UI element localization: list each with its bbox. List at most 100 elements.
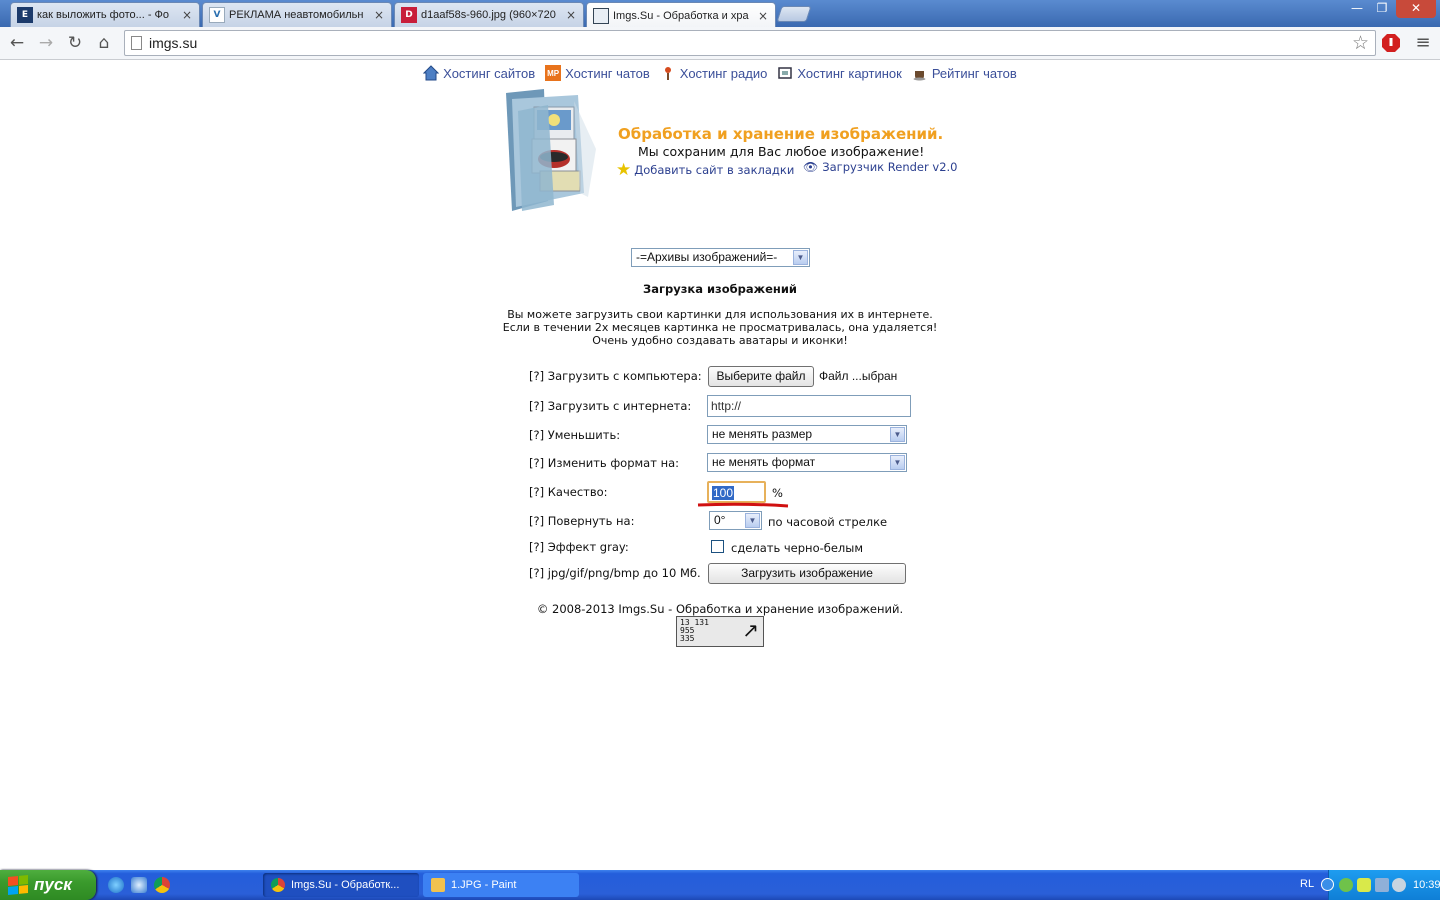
tab-3-active[interactable]: Imgs.Su - Обработка и хра × — [586, 2, 776, 28]
render-loader-link[interactable]: 👁 Загрузчик Render v2.0 — [803, 160, 957, 174]
nav-radio-hosting[interactable]: Хостинг радио — [660, 61, 768, 85]
quicklaunch-icon[interactable] — [131, 877, 147, 893]
add-bookmark-label: Добавить сайт в закладки — [634, 163, 795, 177]
d-logo-icon: D — [401, 7, 417, 23]
new-tab-button[interactable] — [776, 6, 812, 22]
network-icon[interactable] — [1375, 878, 1389, 892]
rotate-suffix: по часовой стрелке — [768, 515, 888, 529]
tab-0[interactable]: E как выложить фото... - Фо × — [10, 2, 200, 27]
paint-icon — [431, 878, 445, 892]
antivirus-icon[interactable] — [1339, 878, 1353, 892]
quality-value: 100 — [712, 486, 735, 500]
start-button[interactable]: пуск — [0, 870, 96, 900]
bookmark-star-icon[interactable]: ☆ — [1352, 32, 1369, 54]
chrome-icon — [271, 878, 285, 892]
nav-label: Рейтинг чатов — [931, 65, 1017, 81]
archive-select[interactable]: -=Архивы изображений=- ▼ — [631, 248, 810, 267]
file-status: Файл ...ыбран — [819, 369, 898, 383]
clock[interactable]: 10:39 — [1413, 879, 1440, 891]
forward-icon[interactable]: → — [34, 31, 58, 55]
site-subtitle: Мы сохраним для Вас любое изображение! — [638, 144, 925, 159]
close-window-button[interactable]: ✕ — [1396, 0, 1436, 18]
upload-internet-label: [?] Загрузить с интернета: — [529, 399, 692, 413]
task-paint[interactable]: 1.JPG - Paint — [423, 873, 579, 897]
ie-icon[interactable] — [108, 877, 124, 893]
task-label: Imgs.Su - Обработк... — [291, 879, 400, 891]
format-select-value: не менять формат — [712, 455, 816, 469]
add-bookmark-link[interactable]: ★ Добавить сайт в закладки — [616, 160, 794, 180]
quality-input[interactable]: 100 — [707, 481, 766, 503]
windows-taskbar: пуск Imgs.Su - Обработк... 1.JPG - Paint… — [0, 870, 1440, 900]
render-loader-label: Загрузчик Render v2.0 — [822, 160, 958, 174]
format-select[interactable]: не менять формат ▼ — [707, 453, 907, 472]
system-tray: 10:39 — [1321, 870, 1440, 900]
nav-image-hosting[interactable]: Хостинг картинок — [777, 61, 902, 85]
adblock-icon[interactable] — [1381, 33, 1401, 53]
chrome-icon[interactable] — [154, 877, 170, 893]
start-label: пуск — [34, 875, 72, 894]
tab-close-icon[interactable]: × — [757, 9, 769, 23]
copyright-footer: © 2008-2013 Imgs.Su - Обработка и хранен… — [536, 602, 904, 616]
task-chrome[interactable]: Imgs.Su - Обработк... — [263, 873, 419, 897]
nav-chat-rating[interactable]: Рейтинг чатов — [912, 61, 1017, 85]
description-line-3: Очень удобно создавать аватары и иконки! — [592, 334, 848, 347]
minimize-button[interactable]: — — [1344, 0, 1370, 18]
choose-file-button[interactable]: Выберите файл — [708, 366, 814, 387]
reload-icon[interactable]: ↻ — [63, 31, 87, 55]
star-icon: ★ — [616, 160, 632, 180]
nav-chat-hosting[interactable]: MP Хостинг чатов — [545, 61, 650, 85]
tray-app-icon[interactable] — [1357, 878, 1371, 892]
address-bar[interactable]: imgs.su ☆ — [124, 30, 1376, 56]
nav-label: Хостинг картинок — [797, 65, 902, 81]
upload-computer-label: [?] Загрузить с компьютера: — [529, 369, 702, 383]
chevron-down-icon: ▼ — [890, 427, 905, 442]
quality-label: [?] Качество: — [529, 485, 608, 499]
resize-select[interactable]: не менять размер ▼ — [707, 425, 907, 444]
tab-close-icon[interactable]: × — [565, 8, 577, 22]
visit-counter[interactable]: 13 131 955 335 ↗ — [676, 616, 764, 647]
resize-select-value: не менять размер — [712, 427, 813, 441]
windows-flag-icon — [8, 874, 28, 896]
chevron-down-icon: ▼ — [793, 250, 808, 265]
menu-icon[interactable]: ≡ — [1411, 31, 1435, 55]
home-icon[interactable]: ⌂ — [92, 31, 116, 55]
nav-label: Хостинг радио — [679, 65, 768, 81]
tray-expand-icon[interactable] — [1321, 878, 1334, 891]
url-input[interactable]: http:// — [707, 395, 911, 417]
house-icon — [423, 65, 440, 81]
upload-section-title: Загрузка изображений — [643, 282, 797, 296]
resize-label: [?] Уменьшить: — [529, 428, 621, 442]
back-icon[interactable]: ← — [5, 31, 29, 55]
tab-title: Imgs.Su - Обработка и хра — [613, 9, 749, 22]
radio-icon — [664, 67, 671, 80]
frame-icon — [778, 67, 793, 79]
quality-unit: % — [772, 486, 783, 500]
rotate-select[interactable]: 0° ▼ — [709, 511, 762, 530]
upload-image-button[interactable]: Загрузить изображение — [708, 563, 906, 584]
nav-site-hosting[interactable]: Хостинг сайтов — [423, 61, 535, 85]
task-label: 1.JPG - Paint — [451, 879, 517, 891]
v-logo-icon: V — [209, 7, 225, 23]
chevron-down-icon: ▼ — [745, 513, 760, 528]
site-title: Обработка и хранение изображений. — [618, 125, 944, 143]
page-icon — [131, 36, 142, 50]
exler-icon: E — [17, 7, 33, 23]
tab-2[interactable]: D d1aaf58s-960.jpg (960×720 × — [394, 2, 584, 27]
tab-close-icon[interactable]: × — [181, 8, 193, 22]
folder-logo — [506, 89, 596, 211]
volume-icon[interactable] — [1392, 878, 1406, 892]
tab-strip: E как выложить фото... - Фо × V РЕКЛАМА … — [0, 0, 1440, 28]
archive-select-value: -=Архивы изображений=- — [636, 250, 778, 264]
tab-close-icon[interactable]: × — [373, 8, 385, 22]
coffee-icon — [913, 71, 926, 81]
restore-button[interactable]: ❐ — [1369, 0, 1395, 18]
rotate-select-value: 0° — [714, 513, 726, 527]
imgs-icon — [593, 7, 609, 24]
language-indicator[interactable]: RL — [1300, 878, 1314, 890]
top-navigation: Хостинг сайтов MP Хостинг чатов Хостинг … — [0, 61, 1440, 85]
format-label: [?] Изменить формат на: — [529, 456, 680, 470]
grayscale-checkbox[interactable] — [711, 540, 724, 553]
browser-toolbar: ← → ↻ ⌂ imgs.su ☆ ≡ — [0, 27, 1440, 60]
tab-1[interactable]: V РЕКЛАМА неавтомобильн × — [202, 2, 392, 27]
tab-title: d1aaf58s-960.jpg (960×720 — [421, 9, 556, 21]
